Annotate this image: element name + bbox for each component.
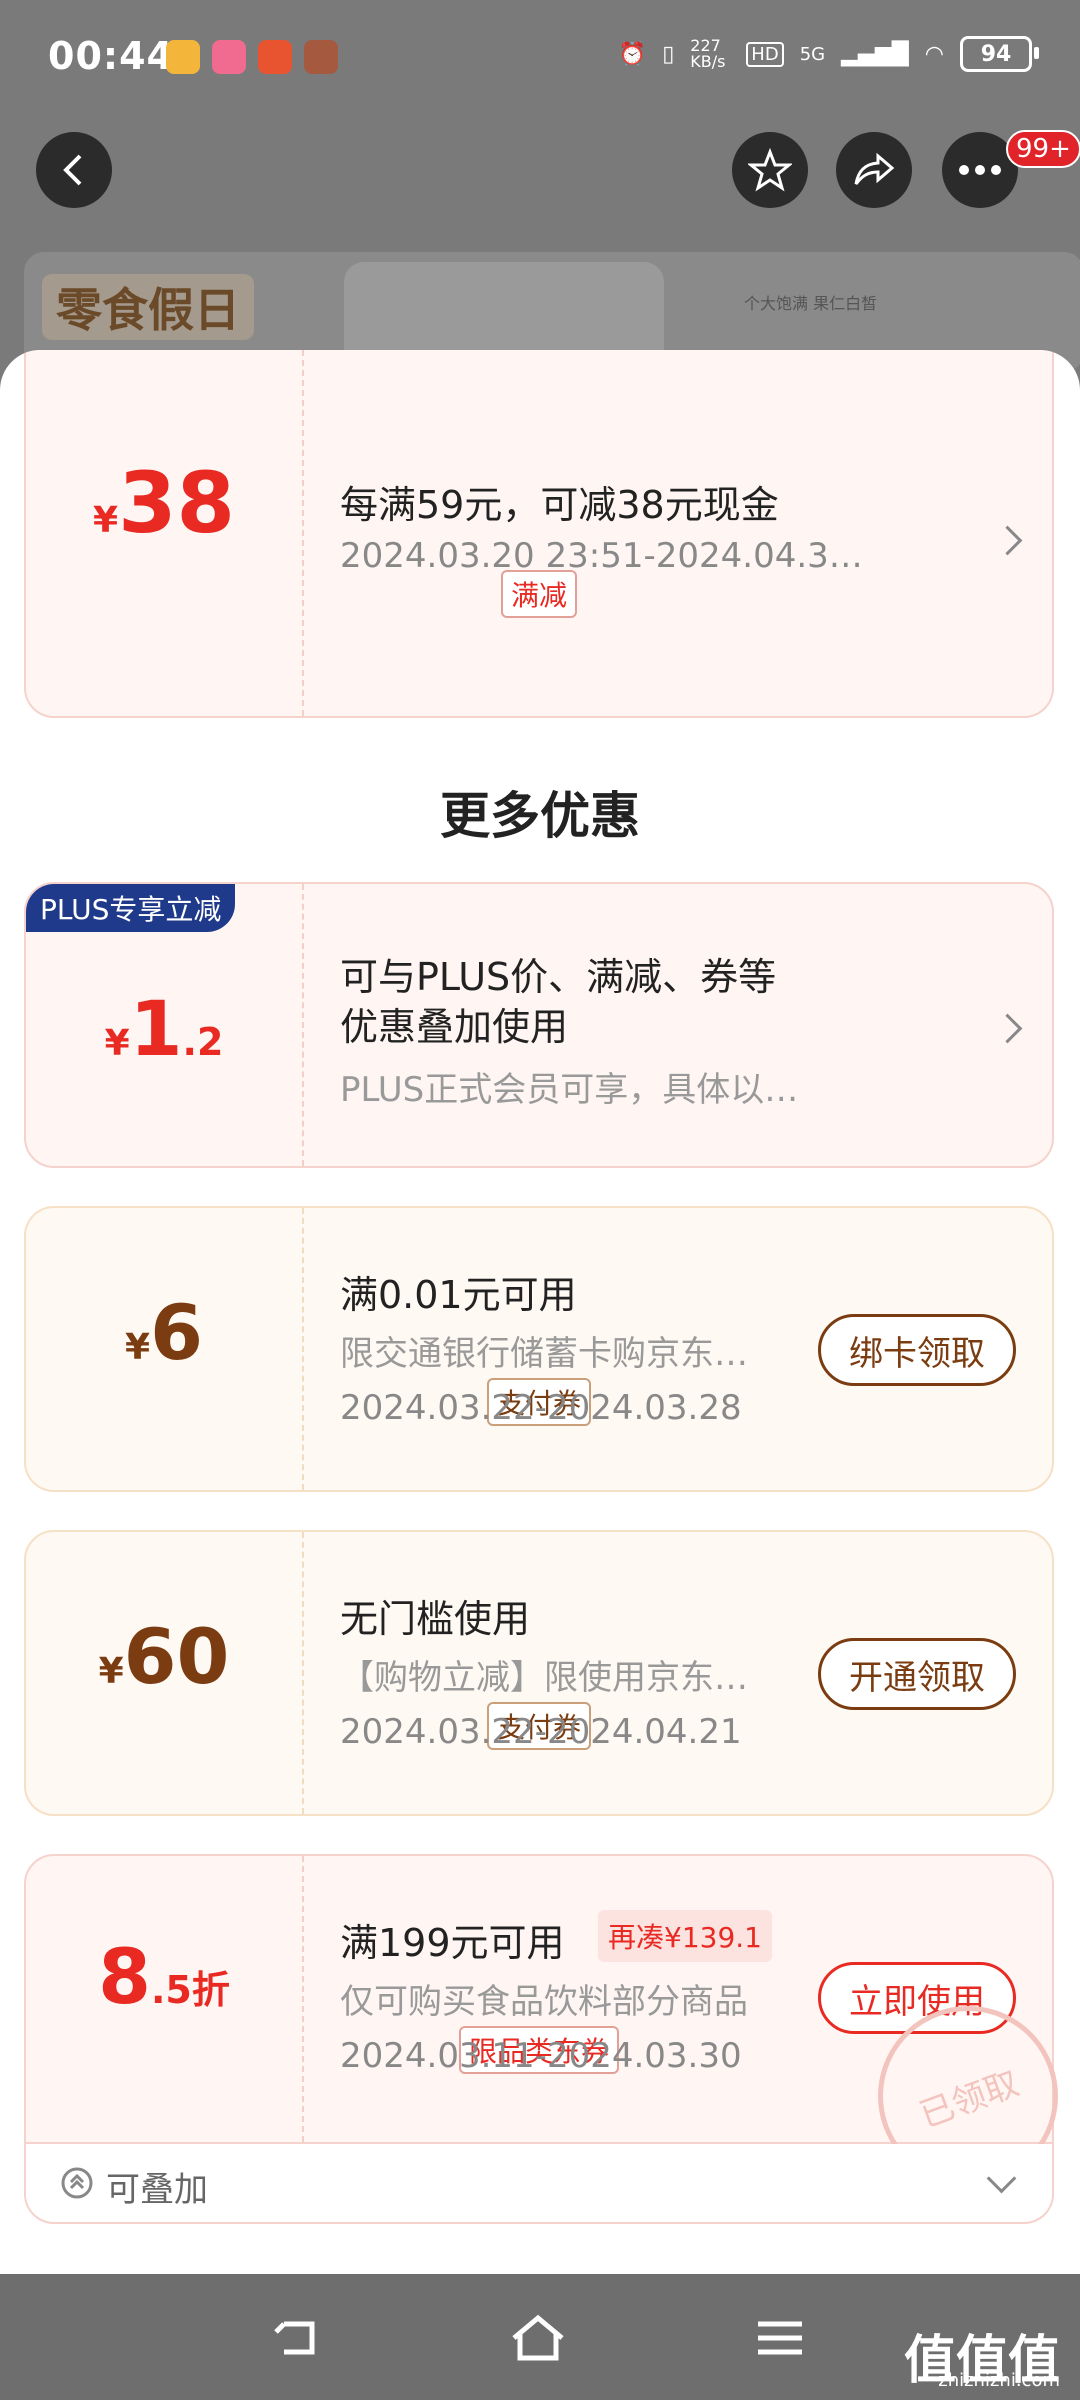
hd-icon: HD: [746, 41, 784, 67]
coupon-amount: ¥6: [26, 1288, 302, 1377]
yen-symbol: ¥: [125, 1327, 151, 1368]
alarm-icon: ⏰: [618, 41, 647, 67]
amount-value: 60: [123, 1612, 230, 1701]
back-button[interactable]: [36, 132, 112, 208]
back-nav-icon[interactable]: [270, 2310, 326, 2380]
plus-badge: PLUS专享立减: [26, 884, 236, 932]
coupon-title-line1: 可与PLUS价、满减、券等: [340, 955, 777, 999]
battery-icon: 94: [960, 36, 1039, 72]
coupon-date: 2024.03.22-2024.03.28: [340, 1388, 742, 1428]
favorite-button[interactable]: [732, 132, 808, 208]
network-label: 5G: [799, 43, 826, 65]
signal-icon: ▂▄▆█: [841, 41, 909, 67]
coupon-card-discount: 8.5折 限品类东券 满199元可用 再凑¥139.1 仅可购买食品饮料部分商品…: [24, 1854, 1080, 2212]
coupon-subtitle: 仅可购买食品饮料部分商品: [340, 1982, 748, 2022]
notification-badge: 99+: [1006, 130, 1080, 168]
coupon-title: 每满59元，可减38元现金: [340, 483, 779, 527]
coupon-title-line2: 优惠叠加使用: [340, 1005, 569, 1049]
system-status: ⏰ ▯ 227 KB/s HD 5G ▂▄▆█ ◠ 94: [618, 36, 1039, 72]
coupon-sheet: 优惠 ¥38 满减 每满59元，可减38元现金 2024.03.20 23:51…: [0, 350, 1080, 2274]
more-offers-title: 更多优惠: [440, 787, 640, 845]
chevron-right-icon: [992, 1013, 1023, 1044]
amount-value: 6: [150, 1288, 203, 1377]
stackable-row[interactable]: 可叠加: [24, 2144, 1054, 2224]
coupon-card-pay6: ¥6 支付券 满0.01元可用 限交通银行储蓄卡购京东… 2024.03.22-…: [24, 1206, 1054, 1492]
coupon-title: 满0.01元可用: [340, 1273, 577, 1317]
net-speed: 227 KB/s: [690, 36, 726, 71]
brand-logo: 零食假日: [42, 274, 254, 340]
coupon-amount: ¥60: [26, 1612, 302, 1701]
chevron-right-icon: [992, 525, 1023, 556]
coupon-tag: 满减: [500, 570, 578, 618]
vibrate-icon: ▯: [662, 41, 675, 67]
stackable-label: 可叠加: [106, 2170, 208, 2210]
app-notification-icon: [258, 40, 292, 74]
coupon-date: 2024.03.20 23:51-2024.04.3…: [340, 536, 863, 576]
yen-symbol: ¥: [98, 1651, 124, 1692]
menu-nav-icon[interactable]: [752, 2310, 808, 2380]
app-notification-icon: [166, 40, 200, 74]
app-notification-icon: [212, 40, 246, 74]
activate-claim-button[interactable]: 开通领取: [818, 1638, 1016, 1710]
stack-icon: [61, 2167, 93, 2199]
wifi-icon: ◠: [924, 41, 944, 67]
coupon-subtitle: 限交通银行储蓄卡购京东…: [340, 1334, 748, 1374]
amount-value: 1: [129, 984, 183, 1073]
app-notification-icon: [304, 40, 338, 74]
status-bar: 00:44 ⏰ ▯ 227 KB/s HD 5G ▂▄▆█ ◠ 94: [0, 0, 1080, 118]
amount-decimal: .2: [182, 1020, 224, 1064]
bind-card-claim-button[interactable]: 绑卡领取: [818, 1314, 1016, 1386]
coupon-date: 2024.03.11-2024.03.30: [340, 2036, 742, 2076]
banner-side-text: 个大饱满 果仁白皙: [744, 294, 878, 313]
home-nav-icon[interactable]: [508, 2310, 568, 2380]
star-icon: [748, 148, 792, 192]
coupon-card-plus[interactable]: PLUS专享立减 ¥1.2 可与PLUS价、满减、券等 优惠叠加使用 PLUS正…: [24, 882, 1054, 1168]
more-dots-icon: [959, 165, 1001, 175]
back-arrow-icon: [63, 154, 82, 186]
add-more-chip: 再凑¥139.1: [598, 1910, 772, 1962]
coupon-title: 满199元可用: [340, 1921, 565, 1965]
coupon-card-pay60: ¥60 支付券 无门槛使用 【购物立减】限使用京东… 2024.03.22-20…: [24, 1530, 1054, 1816]
amount-decimal: .5折: [151, 1968, 230, 2012]
yen-symbol: ¥: [93, 500, 119, 541]
share-icon: [854, 152, 895, 185]
battery-level: 94: [980, 41, 1012, 67]
watermark-url: zhizhizhi.com: [938, 2370, 1060, 2391]
amount-value: 38: [118, 454, 235, 552]
coupon-amount: 8.5折: [26, 1932, 302, 2021]
coupon-subtitle: 【购物立减】限使用京东…: [340, 1658, 748, 1698]
coupon-title: 无门槛使用: [340, 1597, 531, 1641]
coupon-amount: ¥1.2: [26, 984, 302, 1073]
chevron-down-icon: [986, 2163, 1017, 2194]
share-button[interactable]: [836, 132, 912, 208]
amount-value: 8: [98, 1932, 151, 2021]
coupon-subtitle: PLUS正式会员可享，具体以…: [340, 1070, 799, 1110]
coupon-card-manjian[interactable]: ¥38 满减 每满59元，可减38元现金 2024.03.20 23:51-20…: [24, 350, 1054, 718]
yen-symbol: ¥: [104, 1023, 130, 1064]
notification-icons: [166, 40, 338, 74]
coupon-amount: ¥38: [26, 454, 302, 552]
status-time: 00:44: [48, 34, 174, 78]
coupon-date: 2024.03.22-2024.04.21: [340, 1712, 742, 1752]
